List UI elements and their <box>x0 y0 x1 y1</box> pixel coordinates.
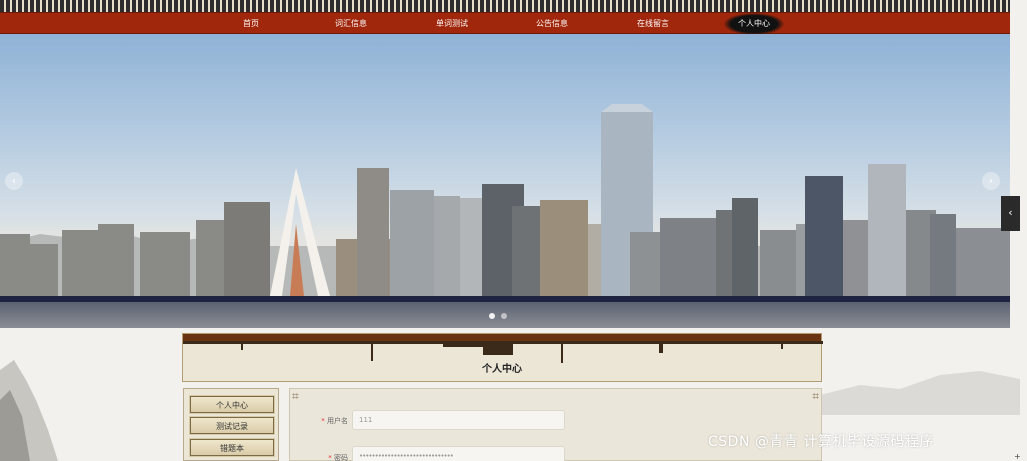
main-nav: 首页 词汇信息 单词测试 公告信息 在线留言 个人中心 <box>0 12 1010 35</box>
city-skyline-image <box>0 104 1010 328</box>
corner-ornament-icon: ⌗ <box>292 389 299 403</box>
resize-corner-icon: + <box>1014 452 1021 461</box>
carousel-dot-1[interactable] <box>489 313 495 319</box>
carousel-prev-button[interactable]: ‹ <box>5 172 23 190</box>
chevron-right-icon: › <box>988 174 994 187</box>
side-menu: 个人中心 测试记录 错题本 <box>183 388 279 461</box>
menu-test-records[interactable]: 测试记录 <box>189 416 275 435</box>
menu-wrong-questions[interactable]: 错题本 <box>189 438 275 457</box>
username-label: * 用户名 <box>321 417 348 425</box>
nav-personal-center[interactable]: 个人中心 <box>724 13 784 35</box>
password-label: * 密码 <box>328 454 348 461</box>
ink-mountain-decoration-right <box>820 371 1020 415</box>
nav-word-test[interactable]: 单词测试 <box>422 13 482 35</box>
water-reflection <box>0 296 1010 328</box>
hero-banner-carousel[interactable]: ‹ › <box>0 34 1010 328</box>
nav-home[interactable]: 首页 <box>221 13 281 35</box>
csdn-watermark: CSDN @青青 计算机毕设源码程序 <box>708 434 934 450</box>
chevron-left-icon: ‹ <box>1008 206 1013 219</box>
carousel-dot-2[interactable] <box>501 313 507 319</box>
ink-mountain-decoration-left <box>0 360 58 461</box>
username-field[interactable]: 111 <box>352 410 565 430</box>
carousel-next-button[interactable]: › <box>982 172 1000 190</box>
required-marker: * <box>328 454 332 461</box>
nav-announcements[interactable]: 公告信息 <box>522 13 582 35</box>
chevron-left-icon: ‹ <box>11 174 17 187</box>
section-header: 个人中心 <box>182 333 823 382</box>
nav-vocabulary[interactable]: 词汇信息 <box>321 13 381 35</box>
menu-personal-center[interactable]: 个人中心 <box>189 395 275 414</box>
nav-messages[interactable]: 在线留言 <box>623 13 683 35</box>
required-marker: * <box>321 417 325 425</box>
page-root: 首页 词汇信息 单词测试 公告信息 在线留言 个人中心 ‹ › ‹ 个人中心 个… <box>0 0 1027 461</box>
page-title: 个人中心 <box>482 364 522 375</box>
decorative-top-strip <box>0 0 1010 12</box>
side-panel-toggle[interactable]: ‹ <box>1001 196 1020 231</box>
corner-ornament-icon: ⌗ <box>812 389 819 403</box>
password-field[interactable]: •••••••••••••••••••••••••••••• <box>352 446 565 461</box>
